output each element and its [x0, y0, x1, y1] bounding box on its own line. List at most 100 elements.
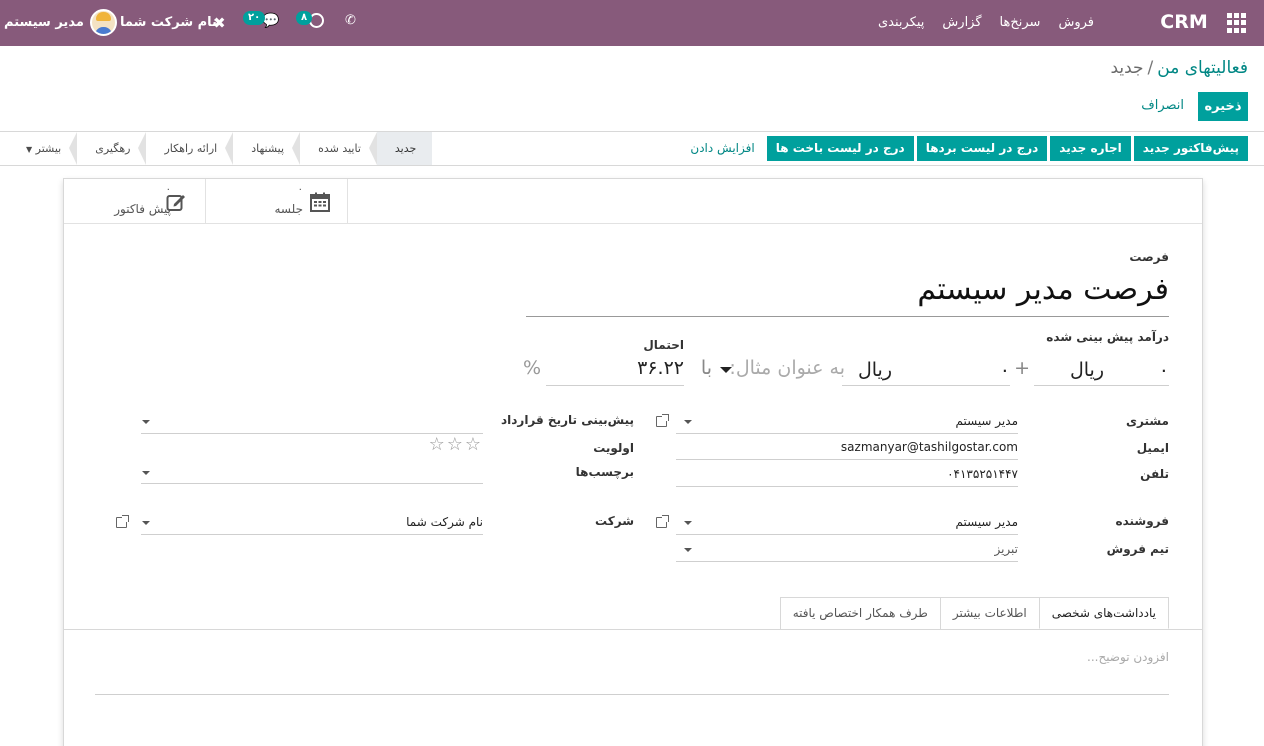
quotations-label: پیش فاکتور: [114, 202, 171, 216]
mark-won-button[interactable]: درج در لیست بردها: [916, 136, 1048, 161]
new-rental-button[interactable]: اجاره جدید: [1050, 136, 1131, 161]
stage-new[interactable]: جدید: [368, 132, 433, 165]
company-label: شرکت: [595, 514, 634, 528]
menu-sales[interactable]: فروش: [1058, 15, 1094, 30]
email-label: ایمیل: [1136, 441, 1169, 455]
main-menu: فروش سرنخ‌ها گزارش پیکربندی: [878, 15, 1094, 30]
recurring-underline: [842, 385, 1010, 386]
tabs-baseline: [64, 629, 1202, 630]
with-label: با: [700, 357, 712, 379]
external-link-icon[interactable]: [656, 515, 669, 528]
expected-closing-label: پیش‌بینی تاریخ قرارداد: [500, 413, 634, 427]
email-underline: [676, 459, 1018, 460]
probability-label: احتمال: [643, 338, 684, 352]
recurring-currency: ریال: [857, 359, 892, 381]
recurring-revenue-value[interactable]: ۰: [1000, 359, 1010, 381]
salesperson-underline: [676, 534, 1018, 535]
notes-input[interactable]: افزودن توضیح...: [1087, 650, 1169, 664]
priority-label: اولویت: [593, 441, 634, 455]
notes-underline: [95, 694, 1169, 695]
stage-more-dropdown[interactable]: بیشتر ▼: [8, 132, 77, 165]
salesperson-input[interactable]: مدیر سیستم: [956, 515, 1019, 529]
sales-team-label: تیم فروش: [1106, 542, 1169, 556]
external-link-icon[interactable]: [656, 414, 669, 427]
tab-assigned-partner[interactable]: طرف همکار اختصاص یافته: [779, 597, 941, 629]
sales-team-input[interactable]: تبریز: [994, 542, 1018, 556]
opportunity-label: فرصت: [1129, 250, 1169, 264]
menu-reports[interactable]: گزارش: [942, 15, 981, 30]
activity-count-badge: ۸: [296, 11, 313, 25]
company-input[interactable]: نام شرکت شما: [406, 515, 483, 529]
phone-input[interactable]: ۰۴۱۳۵۲۵۱۴۴۷: [947, 467, 1018, 481]
caret-down-icon[interactable]: [142, 521, 150, 525]
revenue-underline: [1034, 385, 1169, 386]
top-navbar: CRM فروش سرنخ‌ها گزارش پیکربندی ✆ ۸ 💬 ۲۰…: [0, 0, 1264, 46]
navbar-systray: ✆ ۸ 💬 ۲۰ ✖ نام شرکت شما مدیر سیستم: [0, 0, 380, 46]
notebook-tabs: یادداشت‌های شخصی اطلاعات بیشتر طرف همکار…: [779, 597, 1169, 629]
company-switcher[interactable]: نام شرکت شما: [120, 15, 217, 30]
new-quotation-button[interactable]: پیش‌فاکتور جدید: [1133, 136, 1248, 161]
stage-more-label: بیشتر: [35, 142, 62, 155]
breadcrumb-current: جدید: [1110, 58, 1144, 78]
meetings-count: ۰: [297, 184, 303, 195]
sales-team-underline: [676, 561, 1018, 562]
phone-underline: [676, 486, 1018, 487]
customer-input[interactable]: مدیر سیستم: [956, 414, 1019, 428]
divider: [0, 165, 1264, 166]
message-count-badge: ۲۰: [243, 11, 266, 25]
tags-input[interactable]: [141, 483, 483, 484]
tags-label: برچسب‌ها: [575, 465, 634, 479]
form-sheet: ۰ جلسه ۰ پیش فاکتور فرصت فرصت مدیر سیستم…: [63, 178, 1203, 746]
caret-down-icon[interactable]: [684, 548, 692, 552]
recurring-plan-input[interactable]: به عنوان مثال:: [729, 357, 845, 379]
opportunity-name-input[interactable]: فرصت مدیر سیستم: [526, 272, 1169, 317]
stage-qualified[interactable]: تایید شده: [292, 132, 377, 165]
stage-solution[interactable]: ارائه راهکار: [138, 132, 233, 165]
menu-leads[interactable]: سرنخ‌ها: [1000, 15, 1041, 30]
apps-grid-icon[interactable]: [1226, 13, 1246, 33]
tab-internal-notes[interactable]: یادداشت‌های شخصی: [1038, 597, 1169, 629]
caret-down-icon[interactable]: [684, 420, 692, 424]
breadcrumb-separator: /: [1147, 58, 1154, 78]
caret-down-icon[interactable]: [142, 420, 150, 424]
stage-pipeline: جدید تایید شده پیشنهاد ارائه راهکار رهگی…: [8, 132, 433, 165]
mark-lost-button[interactable]: درج در لیست باخت ها: [766, 136, 914, 161]
priority-stars[interactable]: ☆☆☆: [429, 434, 483, 455]
breadcrumb-parent[interactable]: فعالیتهای من: [1157, 58, 1248, 78]
quotations-smart-button[interactable]: ۰ پیش فاکتور: [64, 179, 206, 223]
caret-down-icon[interactable]: [720, 367, 732, 373]
probability-underline: [546, 385, 684, 386]
enrich-button[interactable]: افزایش دادن: [681, 136, 763, 161]
header-actions: پیش‌فاکتور جدید اجاره جدید درج در لیست ب…: [681, 136, 1248, 161]
email-input[interactable]: sazmanyar@tashilgostar.com: [841, 440, 1018, 454]
stage-followup[interactable]: رهگیری: [69, 132, 146, 165]
caret-down-icon[interactable]: [142, 471, 150, 475]
company-underline: [141, 534, 483, 535]
revenue-value[interactable]: ۰: [1159, 359, 1169, 381]
tab-extra-info[interactable]: اطلاعات بیشتر: [939, 597, 1040, 629]
caret-down-icon: ▼: [26, 145, 33, 154]
external-link-icon[interactable]: [116, 515, 129, 528]
meetings-label: جلسه: [274, 202, 303, 216]
caret-down-icon[interactable]: [684, 521, 692, 525]
percent-sign: %: [522, 357, 541, 379]
calendar-icon: [310, 192, 330, 212]
stage-proposition[interactable]: پیشنهاد: [225, 132, 300, 165]
phone-label: تلفن: [1140, 467, 1169, 481]
meetings-smart-button[interactable]: ۰ جلسه: [206, 179, 348, 223]
discard-button[interactable]: انصراف: [1141, 98, 1184, 113]
quotations-count: ۰: [165, 184, 171, 195]
app-brand[interactable]: CRM: [1144, 11, 1224, 33]
salesperson-label: فروشنده: [1115, 514, 1170, 528]
plus-sign: +: [1014, 357, 1030, 379]
phone-icon[interactable]: ✆: [345, 13, 356, 28]
revenue-currency: ریال: [1069, 359, 1104, 381]
menu-configuration[interactable]: پیکربندی: [878, 15, 924, 30]
probability-input[interactable]: ۳۶.۲۲: [637, 357, 684, 379]
user-menu[interactable]: مدیر سیستم: [4, 9, 117, 36]
save-button[interactable]: ذخیره: [1198, 92, 1248, 121]
expected-revenue-label: درآمد پیش بینی شده: [1046, 330, 1169, 344]
avatar: [89, 9, 117, 36]
customer-underline: [676, 433, 1018, 434]
user-name: مدیر سیستم: [4, 15, 84, 30]
